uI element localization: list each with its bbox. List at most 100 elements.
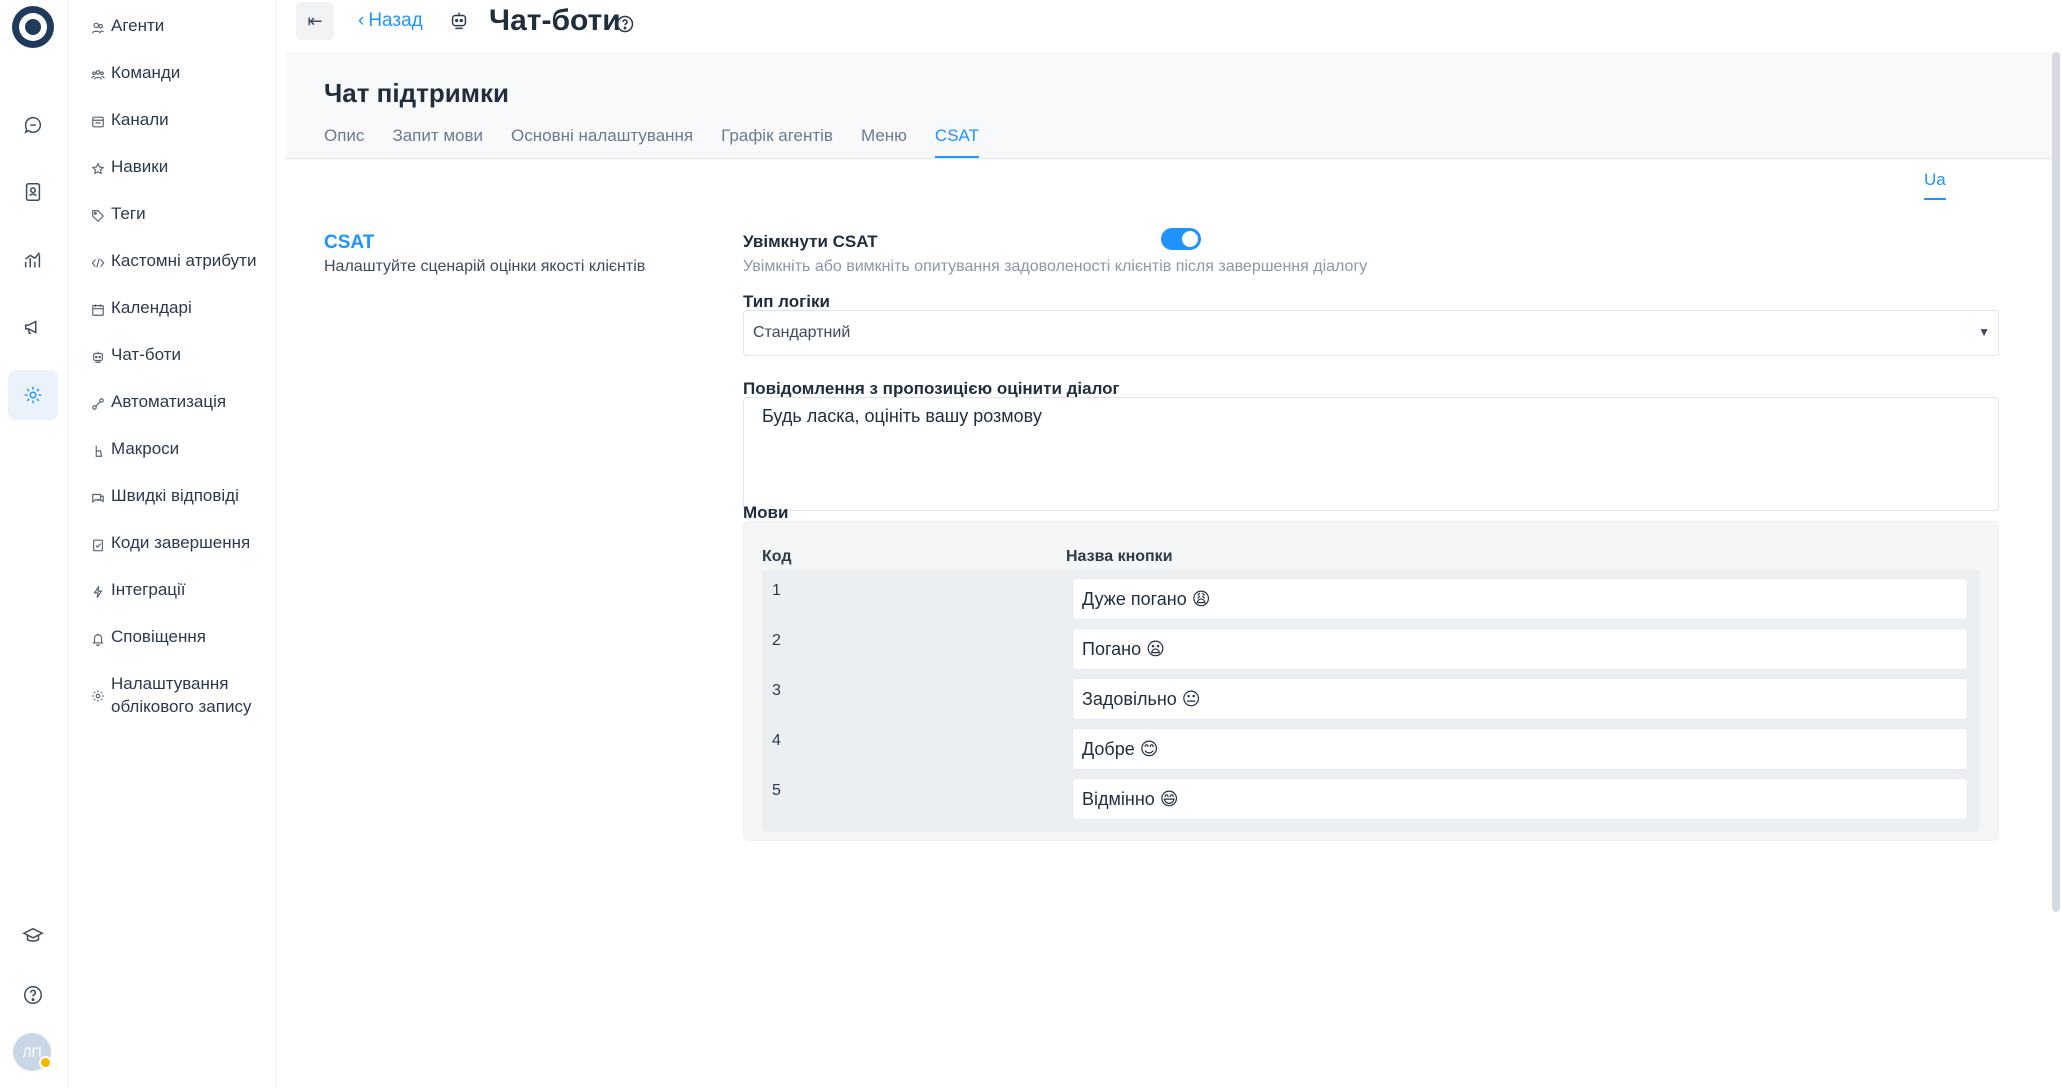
top-header: ⇤ ‹ Назад Чат-боти <box>278 0 2062 52</box>
languages-label: Мови <box>743 503 789 522</box>
menu-label: Налаштування облікового запису <box>111 674 252 716</box>
completion-codes-icon <box>91 535 105 552</box>
tag-icon <box>91 206 105 223</box>
bot-icon <box>451 12 467 30</box>
menu-label: Автоматизація <box>111 392 227 411</box>
menu-item-notifications[interactable]: Сповіщення <box>91 625 206 648</box>
menu-label: Макроси <box>111 439 180 458</box>
skills-icon <box>91 159 105 175</box>
caret-down-icon: ▼ <box>1978 325 1990 339</box>
campaigns-icon[interactable] <box>8 302 58 352</box>
menu-label: Навики <box>111 157 169 176</box>
section-description: Налаштуйте сценарій оцінки якості клієнт… <box>324 258 646 275</box>
menu-label: Календарі <box>111 298 192 317</box>
menu-item-tags[interactable]: Теги <box>91 202 146 225</box>
logic-type-select[interactable]: Стандартний ▼ <box>743 310 1999 356</box>
code-icon <box>91 253 105 268</box>
collapse-icon: ⇤ <box>307 10 323 31</box>
menu-item-account-settings[interactable]: Налаштування облікового запису <box>91 672 271 718</box>
back-label: Назад <box>368 10 423 31</box>
menu-item-chatbots[interactable]: Чат-боти <box>91 343 181 366</box>
menu-item-skills[interactable]: Навики <box>91 155 168 178</box>
bot-name: Чат підтримки <box>324 78 509 108</box>
account-settings-icon <box>91 686 105 702</box>
menu-label: Чат-боти <box>111 345 181 364</box>
menu-label: Кастомні атрибути <box>111 251 257 270</box>
row-code: 1 <box>772 582 781 599</box>
toggle-knob <box>1182 231 1198 247</box>
academy-icon[interactable] <box>8 911 58 961</box>
menu-item-macros[interactable]: Макроси <box>91 437 179 460</box>
settings-menu: Агенти Команди Канали Навики Теги Кастом… <box>69 0 277 1088</box>
tab-csat[interactable]: CSAT <box>934 126 979 158</box>
channels-icon <box>91 112 105 128</box>
button-name-input[interactable]: Відмінно 😄 <box>1072 778 1968 820</box>
user-avatar[interactable]: ЛП <box>13 1033 52 1071</box>
agents-icon <box>91 18 105 34</box>
icon-rail: ЛП <box>0 0 68 1088</box>
column-header-code: Код <box>762 548 792 565</box>
menu-item-agents[interactable]: Агенти <box>91 14 164 37</box>
menu-item-calendars[interactable]: Календарі <box>91 296 192 319</box>
help-circle-icon[interactable] <box>615 14 635 34</box>
row-code: 5 <box>772 782 781 799</box>
menu-label: Канали <box>111 110 169 129</box>
menu-label: Коди завершення <box>111 533 251 552</box>
menu-item-teams[interactable]: Команди <box>91 61 180 84</box>
menu-label: Теги <box>111 204 146 223</box>
row-code: 4 <box>772 732 781 749</box>
bot-icon <box>91 347 105 363</box>
menu-label: Інтеграції <box>111 580 186 599</box>
menu-item-custom-attributes[interactable]: Кастомні атрибути <box>91 249 256 272</box>
tab-main-settings[interactable]: Основні налаштування <box>511 126 693 158</box>
button-name-input[interactable]: Дуже погано 😩 <box>1072 578 1968 620</box>
contacts-icon[interactable] <box>8 167 58 217</box>
menu-label: Агенти <box>111 16 165 35</box>
enable-csat-label: Увімкнути CSAT <box>743 232 878 251</box>
language-tab-ua[interactable]: Ua <box>1924 170 1946 200</box>
teams-icon <box>91 65 105 80</box>
bot-tabs: Опис Запит мови Основні налаштування Гра… <box>324 126 979 158</box>
rating-message-textarea[interactable]: Будь ласка, оцініть вашу розмову <box>743 397 1999 511</box>
enable-csat-help: Увімкніть або вимкніть опитування задово… <box>743 258 1368 275</box>
tabs-divider <box>286 158 2052 159</box>
menu-item-quick-replies[interactable]: Швидкі відповіді <box>91 484 239 507</box>
quick-replies-icon <box>91 488 105 504</box>
calendar-icon <box>91 300 105 316</box>
page-title: Чат-боти <box>489 4 621 37</box>
logic-type-label: Тип логіки <box>743 292 830 311</box>
back-link[interactable]: ‹ Назад <box>358 10 423 32</box>
bell-icon <box>91 629 105 647</box>
status-indicator <box>39 1056 52 1069</box>
app-logo[interactable] <box>12 6 54 48</box>
logic-type-value: Стандартний <box>753 324 851 341</box>
enable-csat-toggle[interactable] <box>1161 228 1201 250</box>
row-code: 3 <box>772 682 781 699</box>
rating-message-label: Повідомлення з пропозицією оцінити діало… <box>743 379 1120 398</box>
row-code: 2 <box>772 632 781 649</box>
collapse-sidebar-button[interactable]: ⇤ <box>296 2 334 40</box>
integrations-icon <box>91 582 105 599</box>
button-name-input[interactable]: Задовільно 😐 <box>1072 678 1968 720</box>
tab-agent-schedule[interactable]: Графік агентів <box>721 126 833 158</box>
menu-item-completion-codes[interactable]: Коди завершення <box>91 531 250 554</box>
tab-language-request[interactable]: Запит мови <box>392 126 483 158</box>
languages-rows: 1 Дуже погано 😩 2 Погано 😦 3 Задовільно … <box>762 570 1980 832</box>
chevron-left-icon: ‹ <box>358 10 365 31</box>
reports-icon[interactable] <box>8 235 58 285</box>
bot-header: Чат підтримки Опис Запит мови Основні на… <box>286 52 2052 160</box>
menu-item-channels[interactable]: Канали <box>91 108 169 131</box>
tab-menu[interactable]: Меню <box>861 126 907 158</box>
automation-icon <box>91 394 105 410</box>
menu-item-integrations[interactable]: Інтеграції <box>91 578 186 601</box>
button-name-input[interactable]: Погано 😦 <box>1072 628 1968 670</box>
main-panel: Чат підтримки Опис Запит мови Основні на… <box>286 52 2052 1088</box>
settings-icon[interactable] <box>8 370 58 420</box>
conversations-icon[interactable] <box>8 100 58 150</box>
help-icon[interactable] <box>8 970 58 1020</box>
button-name-input[interactable]: Добре 😊 <box>1072 728 1968 770</box>
page-scrollbar[interactable] <box>2052 52 2060 912</box>
tab-description[interactable]: Опис <box>324 126 364 158</box>
menu-label: Команди <box>111 63 181 82</box>
menu-item-automation[interactable]: Автоматизація <box>91 390 226 413</box>
